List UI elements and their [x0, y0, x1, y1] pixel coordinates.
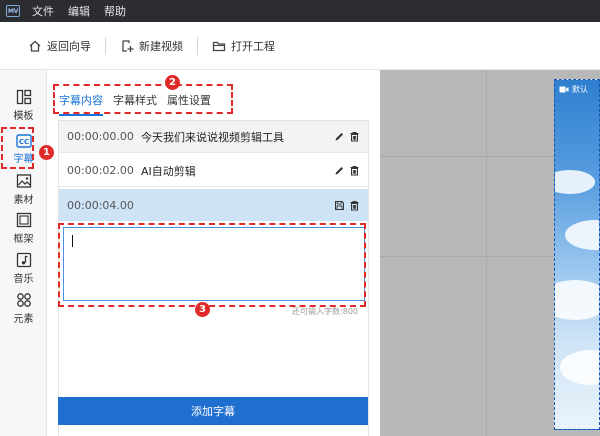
open-project-button[interactable]: 打开工程	[208, 34, 279, 58]
home-icon	[29, 40, 41, 52]
canvas-default-tag: 默认	[559, 84, 588, 95]
cloud	[555, 170, 595, 194]
annotation-box-2	[53, 84, 233, 114]
subtitle-row[interactable]: 00:00:02.00 AI自动剪辑	[59, 155, 368, 187]
nav-item-frame[interactable]: 框架	[0, 209, 47, 247]
annotation-box-3	[58, 223, 366, 307]
template-icon	[16, 89, 31, 104]
nav-label-frame: 框架	[13, 233, 34, 245]
subtitle-time: 00:00:00.00	[67, 130, 134, 143]
edit-pencil-icon[interactable]	[334, 131, 345, 142]
nav-label-elements: 元素	[13, 313, 34, 325]
nav-item-music[interactable]: 音乐	[0, 249, 47, 287]
toolbar-divider	[197, 36, 198, 55]
preview-area: 默认	[380, 70, 600, 436]
subtitle-row[interactable]: 00:00:00.00 今天我们来说说视频剪辑工具	[59, 121, 368, 153]
app-logo: MV	[6, 5, 20, 17]
menu-file[interactable]: 文件	[32, 3, 54, 19]
folder-icon	[212, 41, 226, 51]
subtitle-text: AI自动剪辑	[141, 164, 196, 178]
menu-edit[interactable]: 编辑	[68, 3, 90, 19]
elements-icon	[16, 292, 31, 307]
back-to-wizard-button[interactable]: 返回向导	[24, 34, 95, 58]
delete-trash-icon[interactable]	[349, 200, 360, 211]
edit-pencil-icon[interactable]	[334, 165, 345, 176]
annotation-badge-1: 1	[39, 145, 54, 160]
nav-item-material[interactable]: 素材	[0, 170, 47, 208]
video-camera-icon	[559, 86, 569, 93]
music-icon	[16, 252, 31, 267]
subtitle-time: 00:00:02.00	[67, 164, 134, 177]
annotation-badge-2: 2	[165, 75, 180, 90]
nav-label-material: 素材	[13, 194, 34, 206]
toolbar-divider	[105, 36, 106, 55]
nav-item-template[interactable]: 模板	[0, 86, 47, 124]
save-icon[interactable]	[334, 200, 345, 211]
menu-bar: MV 文件 编辑 帮助	[0, 0, 600, 22]
subtitle-row-selected[interactable]: 00:00:04.00	[59, 189, 368, 221]
subtitle-text: 今天我们来说说视频剪辑工具	[141, 130, 284, 144]
frame-icon	[16, 212, 31, 227]
annotation-box-1	[1, 127, 34, 169]
delete-trash-icon[interactable]	[349, 165, 360, 176]
toolbar: 返回向导 新建视频 打开工程	[0, 22, 600, 70]
nav-label-template: 模板	[13, 110, 34, 122]
subtitle-time: 00:00:04.00	[67, 198, 134, 212]
remaining-char-count: 还可输入字数:800	[292, 307, 358, 316]
image-icon	[16, 173, 31, 188]
nav-label-music: 音乐	[13, 273, 34, 285]
left-nav: 模板 CC 字幕 素材 框架 音乐 元素	[0, 70, 47, 436]
cloud	[560, 350, 599, 385]
preview-grid-line	[486, 70, 487, 436]
back-to-wizard-label: 返回向导	[47, 39, 91, 53]
nav-item-elements[interactable]: 元素	[0, 289, 47, 327]
cloud	[565, 220, 599, 250]
cloud	[555, 280, 599, 320]
menu-help[interactable]: 帮助	[104, 3, 126, 19]
canvas-default-label: 默认	[572, 85, 588, 94]
add-subtitle-button[interactable]: 添加字幕	[58, 397, 368, 425]
annotation-badge-3: 3	[195, 302, 210, 317]
new-video-button[interactable]: 新建视频	[116, 34, 187, 58]
delete-trash-icon[interactable]	[349, 131, 360, 142]
new-file-icon	[122, 39, 134, 52]
new-video-label: 新建视频	[139, 39, 183, 53]
open-project-label: 打开工程	[231, 39, 275, 53]
video-canvas[interactable]: 默认	[554, 79, 600, 430]
